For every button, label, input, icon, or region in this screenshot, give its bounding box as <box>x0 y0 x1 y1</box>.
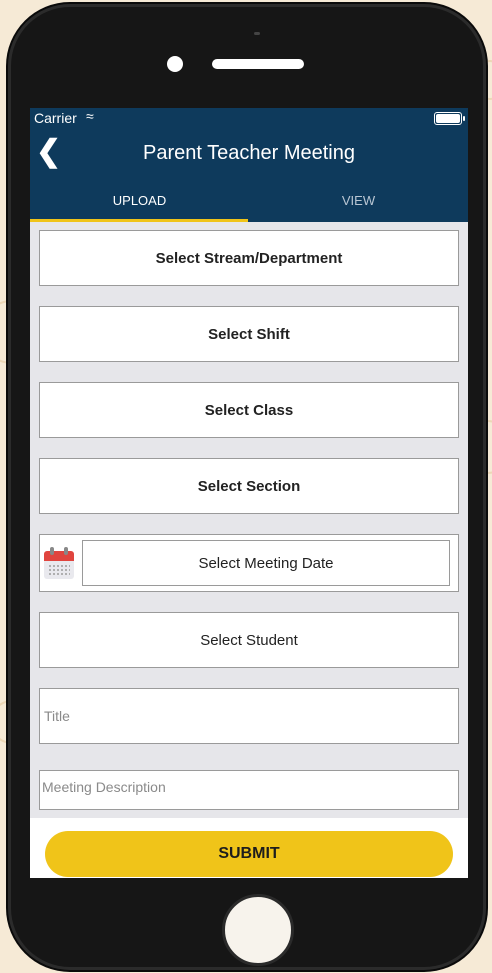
select-section-dropdown[interactable]: Select Section <box>39 458 459 514</box>
meeting-description-input[interactable]: Meeting Description <box>39 770 459 810</box>
active-tab-indicator <box>30 219 248 222</box>
upload-form: Select Stream/Department Select Shift Se… <box>30 222 468 810</box>
select-stream-dropdown[interactable]: Select Stream/Department <box>39 230 459 286</box>
title-input[interactable]: Title <box>39 688 459 744</box>
speaker-grille <box>212 59 304 69</box>
meeting-date-row: Select Meeting Date <box>39 534 459 592</box>
wifi-icon: ≈ <box>86 108 94 124</box>
tab-view[interactable]: VIEW <box>249 180 468 222</box>
camera-icon <box>167 56 183 72</box>
nav-bar: ❮ Parent Teacher Meeting <box>30 128 468 180</box>
meeting-date-field[interactable]: Select Meeting Date <box>82 540 450 586</box>
sensor <box>254 32 260 35</box>
tab-upload[interactable]: UPLOAD <box>30 180 249 222</box>
calendar-icon[interactable] <box>44 547 74 579</box>
tab-bar: UPLOAD VIEW <box>30 180 468 222</box>
select-shift-dropdown[interactable]: Select Shift <box>39 306 459 362</box>
battery-icon <box>434 112 465 125</box>
page-title: Parent Teacher Meeting <box>143 142 355 164</box>
submit-bar: SUBMIT <box>30 818 468 878</box>
app-screen: Carrier ≈ ❮ Parent Teacher Meeting UPLOA… <box>30 108 468 878</box>
carrier-label: Carrier <box>34 110 77 126</box>
select-student-dropdown[interactable]: Select Student <box>39 612 459 668</box>
status-bar: Carrier ≈ <box>30 108 468 128</box>
select-class-dropdown[interactable]: Select Class <box>39 382 459 438</box>
submit-button[interactable]: SUBMIT <box>45 831 453 877</box>
home-button[interactable] <box>222 894 294 966</box>
